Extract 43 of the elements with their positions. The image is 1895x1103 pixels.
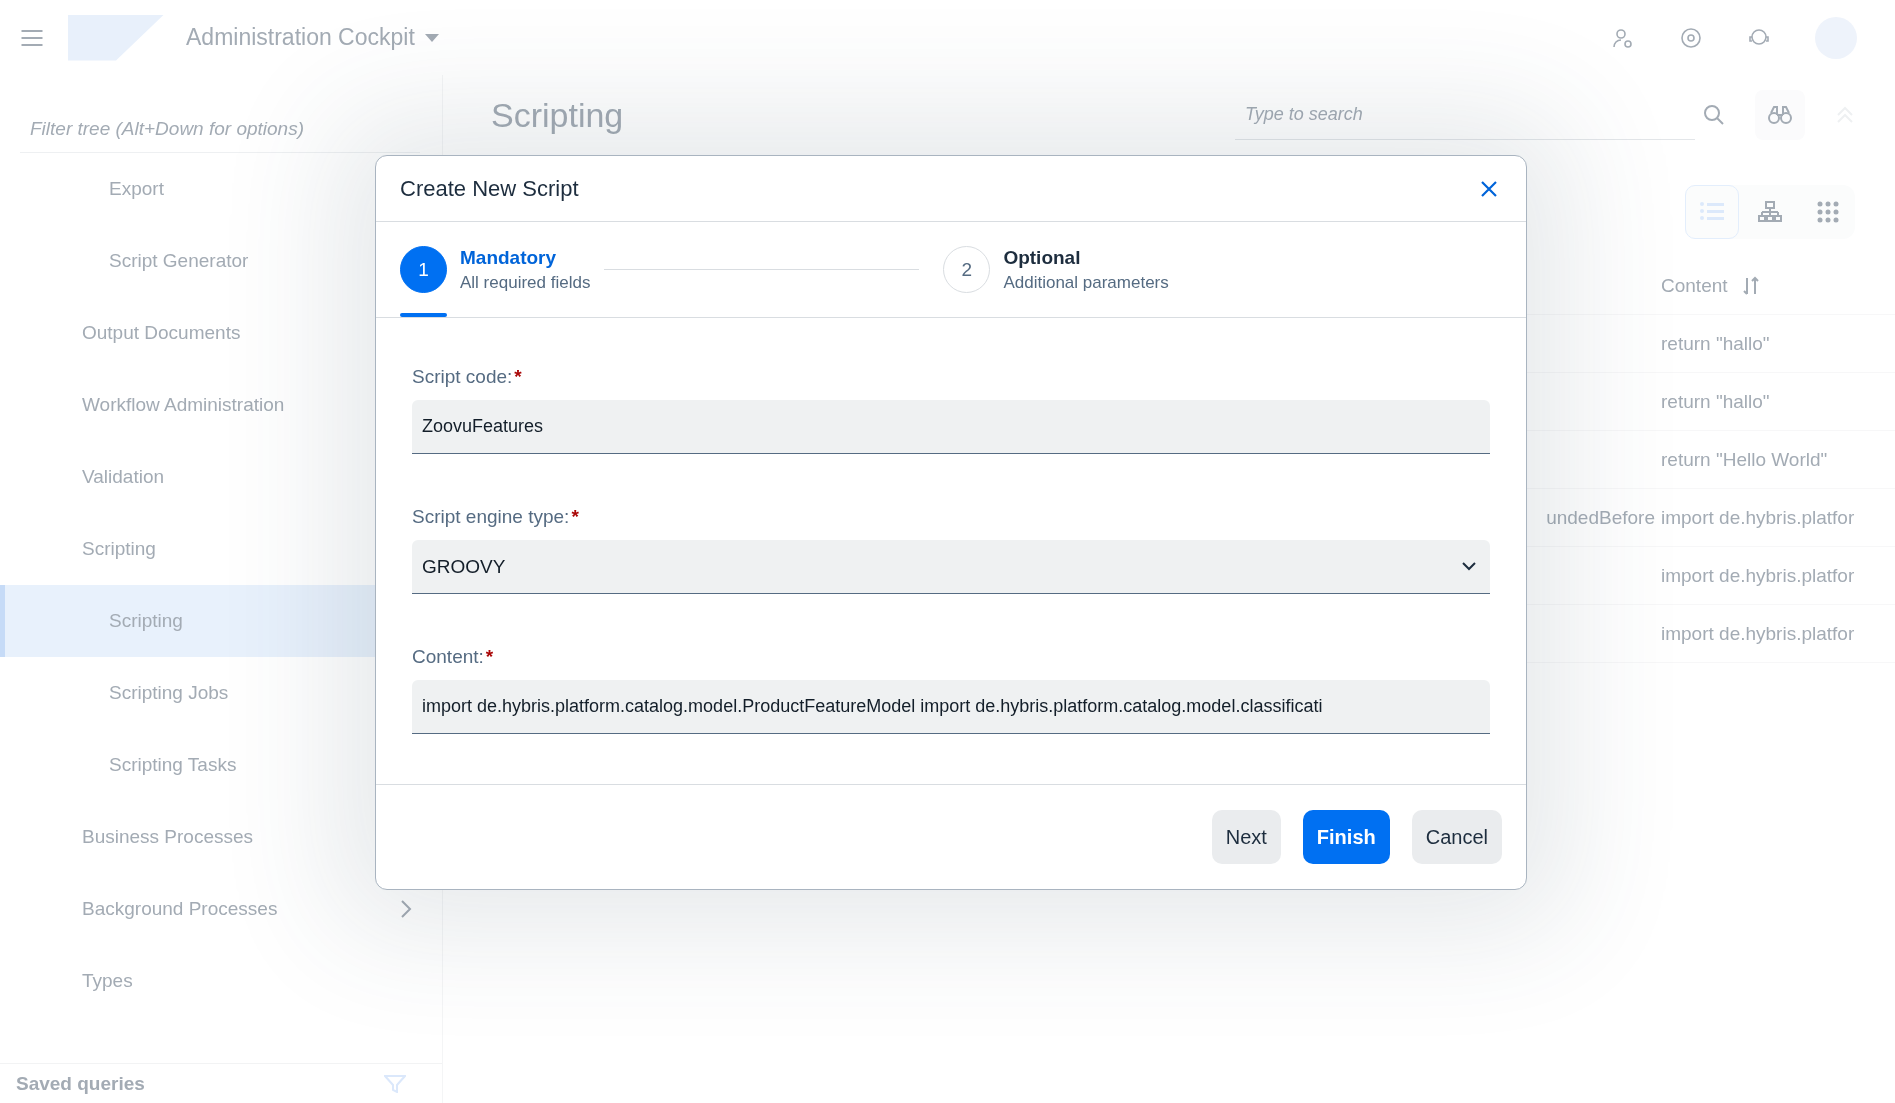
- step-title: Optional: [1003, 246, 1082, 269]
- chevron-down-icon: [1462, 562, 1476, 571]
- step-number[interactable]: 1: [400, 246, 447, 293]
- filter-icon[interactable]: [384, 1074, 406, 1093]
- caret-icon: [424, 33, 439, 42]
- dialog-button[interactable]: Finish: [1302, 810, 1390, 864]
- table-cell: import de.hybris.platfor: [1661, 506, 1855, 529]
- table-cell: return "Hello World": [1661, 448, 1828, 471]
- active-step-underline: [400, 313, 447, 317]
- select-field[interactable]: GROOVY: [412, 540, 1490, 594]
- search-icon[interactable]: [1703, 104, 1725, 126]
- table-cell: return "hallo": [1661, 332, 1770, 355]
- binoculars-icon: [1767, 105, 1793, 125]
- input-field[interactable]: ZoovuFeatures: [412, 400, 1490, 454]
- binoculars-button[interactable]: [1755, 90, 1805, 140]
- table-cell: undedBefore: [1546, 506, 1655, 528]
- step-subtitle: All required fields: [460, 272, 591, 293]
- dialog-button[interactable]: Cancel: [1411, 810, 1502, 864]
- tree-item[interactable]: Background Processes: [0, 873, 442, 945]
- dialog-title: Create New Script: [400, 175, 579, 202]
- view-toggle-button[interactable]: [1685, 185, 1739, 239]
- search-field[interactable]: Type to search: [1235, 90, 1695, 140]
- hierarchy-icon: [1758, 200, 1782, 224]
- input-field[interactable]: import de.hybris.platform.catalog.model.ProductFeatureModel import de.hybris.platform.catalog.model.classificati: [412, 680, 1490, 734]
- saved-queries-label: Saved queries: [16, 1072, 145, 1095]
- app-title[interactable]: Administration Cockpit: [186, 24, 439, 51]
- table-cell: return "hallo": [1661, 390, 1770, 413]
- field-label: Script code:*: [412, 366, 523, 388]
- table-cell: import de.hybris.platfor: [1661, 564, 1855, 587]
- sort-icon[interactable]: [1741, 275, 1760, 296]
- field-label: Script engine type:*: [412, 506, 580, 528]
- step-title: Mandatory: [460, 246, 558, 269]
- tree-item[interactable]: Types: [0, 945, 442, 1017]
- dialog-button[interactable]: Next: [1211, 810, 1281, 864]
- table-cell: import de.hybris.platfor: [1661, 622, 1855, 645]
- column-header[interactable]: Content: [1661, 274, 1728, 297]
- page-title: Scripting: [491, 95, 625, 135]
- step-number[interactable]: 2: [943, 246, 991, 293]
- close-icon: [1480, 179, 1498, 198]
- step-subtitle: Additional parameters: [1003, 272, 1169, 293]
- list-icon: [1699, 201, 1725, 223]
- disc-icon[interactable]: [1679, 25, 1703, 50]
- grid-icon: [1817, 201, 1839, 223]
